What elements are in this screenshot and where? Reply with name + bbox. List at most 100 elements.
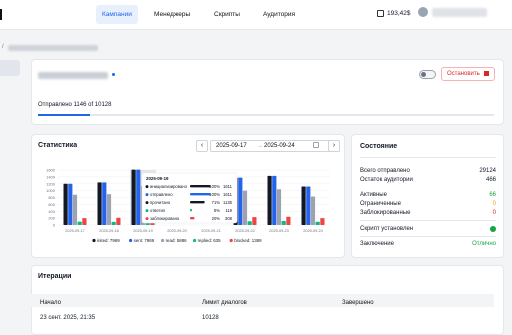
script-installed-label: Скрипт установлен	[360, 226, 414, 232]
tooltip-bar	[190, 209, 193, 212]
conclusion-row: Заключение Отлично	[360, 240, 496, 248]
date-range-picker[interactable]: 2025-09-17 → 2025-09-24	[210, 140, 340, 152]
statistics-chart: 0 200 400 600 800 1000 1200 14001600 2025-09-17 2…	[46, 168, 330, 243]
bar	[77, 221, 82, 225]
logo	[0, 9, 2, 20]
sidebar-active-item[interactable]	[0, 60, 20, 76]
y-tick-label: 800	[48, 195, 55, 200]
bar	[63, 183, 68, 225]
bar	[276, 189, 282, 225]
tooltip-bar	[190, 185, 211, 188]
legend-label: read: 5886	[166, 238, 188, 243]
y-tick-label: 1600	[46, 168, 56, 173]
y-tick-label: 1400	[46, 174, 56, 179]
bar	[310, 196, 316, 225]
bar	[306, 186, 311, 225]
bar	[102, 182, 107, 225]
tooltip-pct: 20%	[212, 216, 221, 221]
wallet-icon	[377, 10, 384, 17]
legend-label: replied: 635	[198, 238, 222, 243]
state-row-value: 466	[485, 177, 496, 183]
bar	[267, 175, 272, 225]
state-row-value: 0	[492, 210, 496, 216]
prev-date-button[interactable]: ‹	[196, 140, 208, 152]
state-row-value: 0	[492, 201, 496, 207]
state-row: Активные 66	[360, 191, 496, 199]
sent-progress-label: Отправлено 1146 of 10128	[38, 102, 112, 108]
tooltip-marker	[145, 185, 149, 189]
state-row-label: Заблокированные	[360, 210, 411, 216]
x-tick-label: 2025-09-19	[133, 229, 152, 233]
tooltip-pct: 71%	[212, 200, 221, 205]
tooltip-pct: 100%	[209, 192, 220, 197]
divider	[360, 157, 496, 158]
nav-scripts[interactable]: Скрипты	[208, 5, 246, 24]
avatar[interactable]	[418, 7, 428, 17]
toggle-knob	[421, 72, 426, 77]
x-tick-label: 2025-09-22	[235, 229, 254, 233]
nav-managers[interactable]: Менеджеры	[148, 5, 196, 24]
state-row-label: Активные	[360, 192, 387, 198]
tooltip-label: отправлено	[150, 192, 173, 197]
tooltip-label: заблокировано	[150, 216, 180, 221]
date-from[interactable]: 2025-09-17	[216, 141, 247, 151]
legend-marker	[193, 238, 197, 243]
nav-audience[interactable]: Аудитория	[257, 5, 301, 24]
tooltip-bar	[190, 217, 195, 220]
date-to[interactable]: 2025-09-24	[264, 141, 295, 151]
legend-label: blocked: 1389	[234, 238, 262, 243]
bar	[315, 221, 320, 225]
stop-button[interactable]: Остановить	[441, 67, 495, 81]
x-tick-label: 2025-09-24	[303, 229, 322, 233]
x-tick-label: 2025-09-18	[99, 229, 118, 233]
y-tick-label: 600	[48, 202, 55, 207]
conclusion-label: Заключение	[360, 241, 394, 247]
campaign-toggle[interactable]	[419, 70, 436, 79]
bar	[106, 194, 112, 225]
divider	[360, 220, 496, 221]
state-row-value: 66	[489, 192, 496, 198]
tooltip-marker	[145, 217, 149, 221]
bar	[242, 190, 248, 225]
table-cell-start: 23 сент. 2025, 21:35	[40, 315, 96, 321]
state-row-value: 29124	[479, 168, 496, 174]
tooltip-bar	[190, 193, 211, 196]
tooltip-label: ответил	[150, 208, 166, 213]
column-header-finished: Завершено	[342, 300, 374, 306]
stop-icon	[484, 71, 489, 76]
check-icon	[490, 226, 496, 232]
tooltip-label: инициализировано	[150, 184, 188, 189]
tooltip-date: 2025-09-19	[146, 176, 169, 181]
bar	[136, 169, 141, 225]
statistics-title: Статистика	[38, 142, 78, 149]
bar	[247, 221, 252, 225]
bar	[252, 217, 257, 225]
y-tick-label: 1000	[46, 188, 56, 193]
tooltip-value: 308	[225, 216, 233, 221]
state-row: Остаток аудитории 466	[360, 176, 496, 184]
x-tick-label: 2025-09-17	[65, 229, 84, 233]
stop-button-label: Остановить	[447, 71, 480, 77]
divider	[360, 236, 496, 237]
next-date-button[interactable]: ›	[328, 140, 340, 152]
state-row-label: Остаток аудитории	[360, 177, 413, 183]
state-row: Всего отправлено 29124	[360, 167, 496, 175]
bar	[238, 177, 243, 225]
bar	[68, 183, 73, 225]
y-tick-label: 400	[48, 209, 55, 214]
progress-fill	[38, 114, 90, 116]
nav-campaigns[interactable]: Кампании	[96, 5, 138, 24]
y-tick-label: 0	[53, 223, 56, 228]
balance: 193,42$	[387, 10, 411, 17]
calendar-icon[interactable]	[313, 142, 319, 148]
date-arrow: →	[257, 143, 263, 149]
legend-marker	[161, 238, 165, 243]
state-title: Состояние	[360, 143, 398, 150]
script-installed-row: Скрипт установлен	[360, 225, 496, 233]
breadcrumb-blurred[interactable]	[8, 45, 98, 51]
tooltip-marker	[145, 209, 149, 213]
username-blurred[interactable]	[432, 8, 487, 17]
bar	[116, 217, 121, 225]
iterations-title: Итерации	[38, 273, 72, 280]
tooltip-value: 1135	[223, 200, 233, 205]
